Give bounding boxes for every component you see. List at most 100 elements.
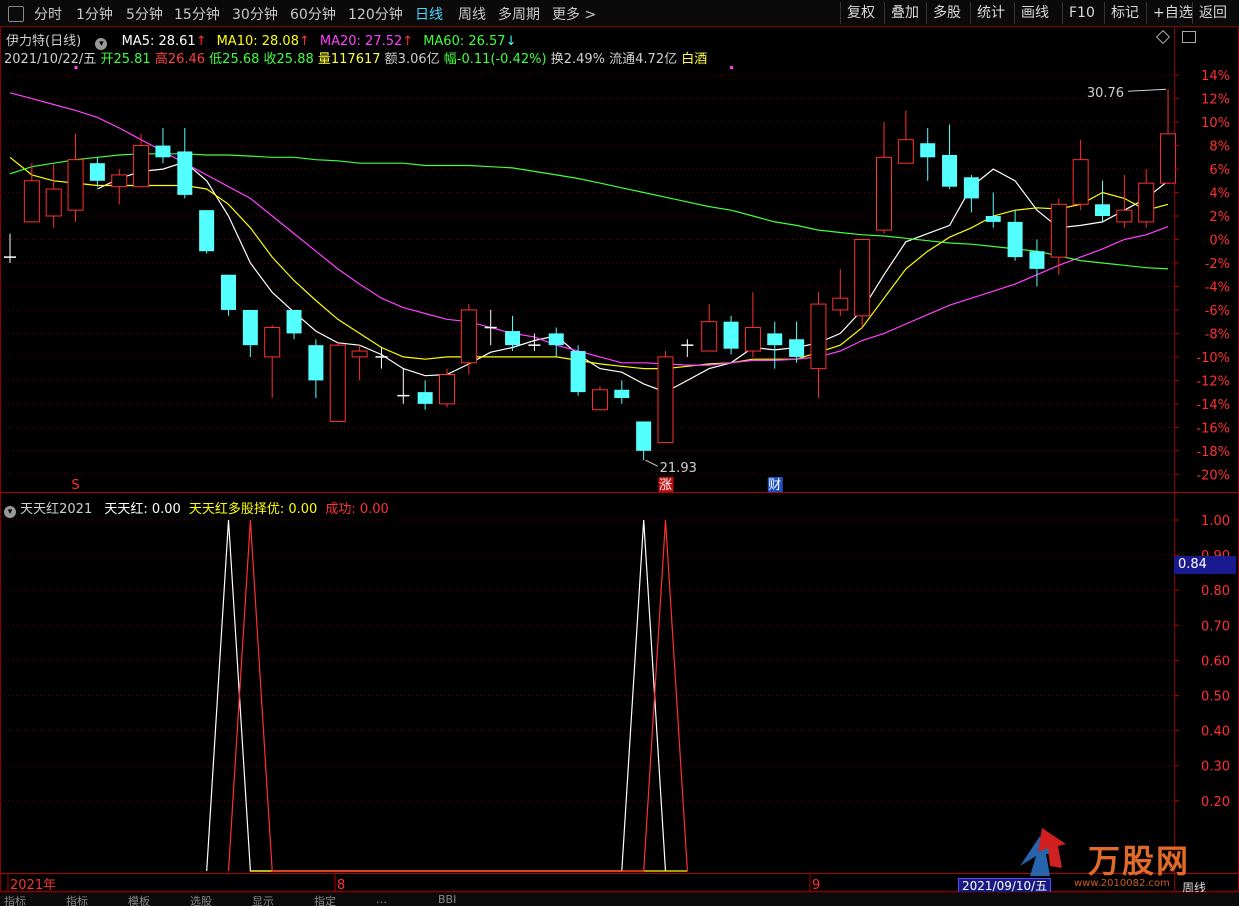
candle-body — [920, 143, 936, 158]
status-tab-2[interactable]: 模板 — [128, 893, 150, 906]
ma-arrow-icon: ↑ — [195, 34, 207, 49]
candle-body — [591, 389, 608, 411]
candle — [89, 157, 105, 187]
period-tab-5[interactable]: 60分钟 — [290, 4, 336, 24]
toolbar-button-3[interactable]: 统计 — [970, 2, 1011, 24]
candle-body — [242, 309, 258, 346]
status-tab-3[interactable]: 选股 — [190, 893, 212, 906]
candle — [417, 380, 433, 410]
toolbar-button-0[interactable]: 复权 — [840, 2, 881, 24]
period-tab-9[interactable]: 多周期 — [498, 4, 540, 24]
event-marker[interactable]: 涨 — [658, 477, 674, 493]
y-tick-label: 6% — [1209, 163, 1230, 178]
candle — [1138, 169, 1155, 228]
candle — [1160, 89, 1177, 185]
candle — [177, 127, 193, 199]
toolbar-button-5[interactable]: F10 — [1062, 2, 1101, 24]
y-tick-label: 0% — [1209, 234, 1230, 249]
period-tab-10[interactable]: 更多 > — [552, 4, 596, 24]
status-tab-1[interactable]: 指标 — [66, 893, 88, 906]
event-marker-label: 财 — [768, 478, 781, 493]
candle-body — [417, 392, 433, 404]
quote-line: 2021/10/22/五 开25.81 高26.46 低25.68 收25.88… — [4, 48, 707, 67]
toolbar-button-8[interactable]: 返回 — [1192, 2, 1233, 24]
ma-arrow-icon: ↑ — [402, 34, 414, 49]
candle — [1095, 180, 1110, 222]
event-marker[interactable]: S — [71, 478, 79, 493]
candle-body — [221, 274, 236, 310]
y-tick-label: -16% — [1196, 421, 1230, 436]
y-tick-label: 8% — [1209, 140, 1230, 155]
status-tab-7[interactable]: BBI — [438, 893, 456, 906]
candle-body — [505, 331, 521, 346]
quote-high: 高26.46 — [154, 52, 206, 67]
period-tab-8[interactable]: 周线 — [458, 4, 486, 24]
y-tick-label: -14% — [1196, 398, 1230, 413]
period-tab-0[interactable]: 分时 — [34, 4, 62, 24]
candle-body — [329, 344, 346, 422]
candle-body — [854, 239, 871, 317]
quote-low: 低25.68 — [209, 52, 260, 67]
ma-label-ma20: MA20: 27.52 — [319, 34, 403, 49]
quote-turnover: 换2.49% — [550, 52, 605, 67]
candle — [23, 163, 40, 223]
candle-body — [199, 210, 215, 252]
y-tick-label: -4% — [1205, 280, 1230, 295]
candle-body — [67, 159, 84, 211]
period-tab-2[interactable]: 5分钟 — [126, 4, 163, 24]
ind-y-tick-label: 0.40 — [1201, 725, 1230, 740]
axis-cursor-value: 0.84 — [1174, 556, 1236, 574]
status-tab-6[interactable]: … — [376, 893, 387, 906]
candle — [876, 122, 892, 234]
min-price-label: 21.93 — [660, 461, 697, 476]
candle-body — [1116, 209, 1133, 223]
y-tick-label: -10% — [1196, 351, 1230, 366]
max-pointer — [1128, 88, 1167, 92]
candle — [1029, 239, 1045, 287]
candle-body — [832, 297, 849, 311]
candle — [1007, 210, 1023, 261]
toolbar-button-2[interactable]: 多股 — [926, 2, 967, 24]
toolbar-button-4[interactable]: 画线 — [1014, 2, 1055, 24]
candle — [942, 124, 958, 190]
period-tab-7[interactable]: 日线 — [415, 4, 443, 24]
event-marker[interactable]: 财 — [767, 477, 783, 493]
toolbar-button-1[interactable]: 叠加 — [884, 2, 925, 24]
candle — [832, 268, 849, 316]
x-tick-label: 2021年 — [10, 878, 56, 892]
indicator-name[interactable]: 天天红2021 — [20, 502, 92, 517]
status-tab-0[interactable]: 指标 — [4, 893, 26, 906]
candle — [897, 110, 914, 164]
status-tab-4[interactable]: 显示 — [252, 893, 274, 906]
candle — [636, 421, 652, 461]
ind-y-tick-label: 0.70 — [1201, 619, 1230, 634]
candle-body — [744, 327, 761, 352]
period-tab-3[interactable]: 15分钟 — [174, 4, 220, 24]
min-pointer — [645, 459, 658, 467]
candle — [397, 368, 410, 404]
chevron-down-icon[interactable]: ▾ — [4, 506, 16, 518]
ma-label-ma5: MA5: 28.61 — [121, 34, 196, 49]
toolbar-button-7[interactable]: +自选 — [1146, 2, 1199, 24]
window-icon[interactable] — [1182, 31, 1196, 43]
quote-volume: 量117617 — [317, 52, 381, 67]
candle — [264, 325, 281, 398]
quote-sector[interactable]: 白酒 — [681, 52, 707, 67]
main-chart-legend: 伊力特(日线) ▾ MA5: 28.61↑ MA10: 28.08↑ MA20: 2… — [6, 30, 516, 50]
candle — [242, 309, 258, 357]
indicator-value-2: 成功: 0.00 — [325, 502, 389, 517]
candle-body — [789, 339, 805, 357]
y-tick-label: -2% — [1205, 257, 1230, 272]
layout-icon[interactable] — [8, 6, 24, 22]
candle-body — [570, 351, 586, 393]
period-tab-1[interactable]: 1分钟 — [76, 4, 113, 24]
candle — [439, 368, 455, 408]
period-tab-6[interactable]: 120分钟 — [348, 4, 403, 24]
stock-title[interactable]: 伊力特(日线) — [6, 34, 81, 49]
period-tab-4[interactable]: 30分钟 — [232, 4, 278, 24]
status-tab-5[interactable]: 指定 — [314, 893, 336, 906]
candle-body — [45, 188, 62, 217]
y-tick-label: 10% — [1201, 116, 1230, 131]
status-bar: 指标 指标 模板 选股 显示 指定 … BBI — [0, 892, 1239, 906]
toolbar-button-6[interactable]: 标记 — [1104, 2, 1145, 24]
